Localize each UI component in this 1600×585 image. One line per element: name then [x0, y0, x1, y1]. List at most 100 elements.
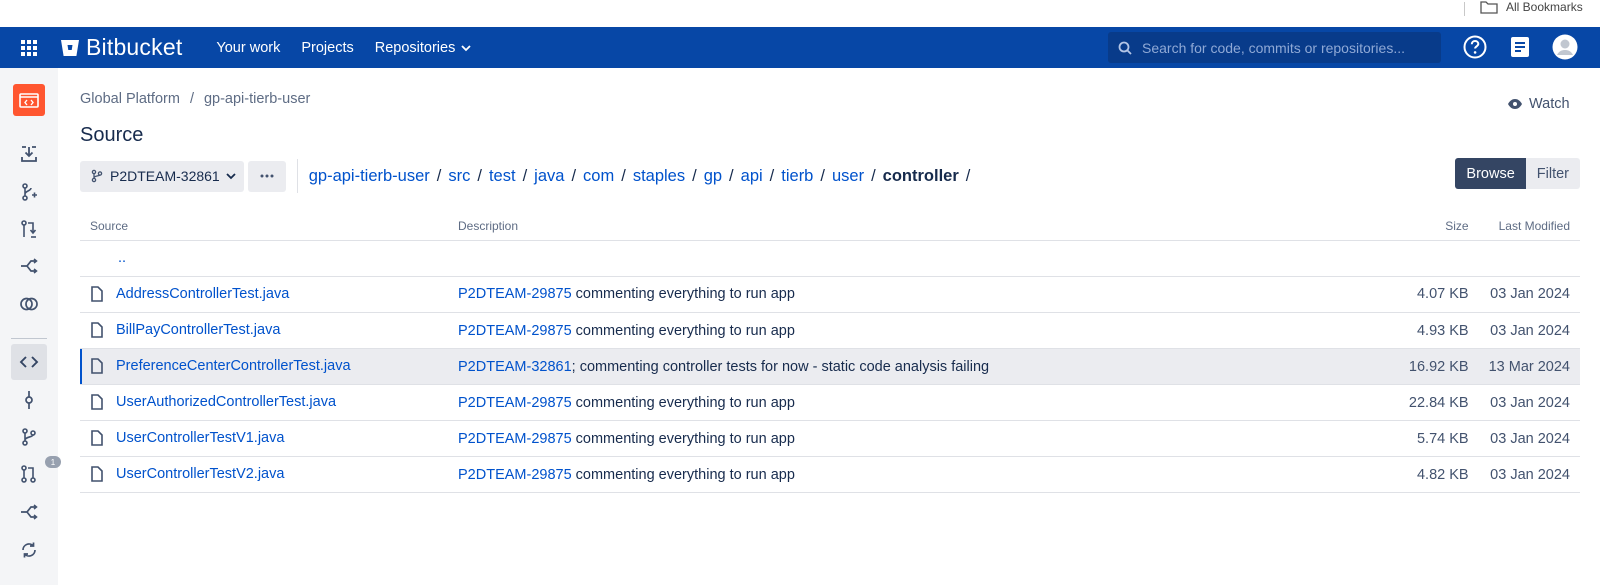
file-link[interactable]: BillPayControllerTest.java — [116, 322, 280, 338]
more-icon — [260, 174, 274, 178]
global-search[interactable] — [1108, 32, 1441, 63]
forks-icon — [21, 504, 38, 520]
file-size: 22.84 KB — [1388, 384, 1479, 421]
table-row-parent[interactable]: .. — [80, 240, 1580, 277]
commit-link[interactable]: P2DTEAM-29875 — [458, 286, 572, 302]
all-bookmarks-button[interactable]: All Bookmarks — [1480, 0, 1583, 14]
path-segment[interactable]: tierb — [781, 167, 813, 186]
sidebar-fork[interactable] — [11, 248, 47, 284]
branch-icon — [22, 428, 36, 446]
whats-new-icon[interactable] — [1507, 34, 1533, 60]
commit-link[interactable]: P2DTEAM-29875 — [458, 323, 572, 339]
file-icon — [91, 358, 103, 374]
top-navigation-bar: Bitbucket Your work Projects Repositorie… — [0, 27, 1600, 68]
last-modified: 03 Jan 2024 — [1478, 276, 1580, 313]
nav-repositories-dropdown[interactable]: Repositories — [375, 40, 472, 56]
branch-selector[interactable]: P2DTEAM-32861 — [80, 160, 244, 192]
chevron-down-icon — [226, 173, 236, 180]
repo-code-icon — [19, 93, 39, 108]
column-source: Source — [80, 212, 448, 241]
path-segment[interactable]: java — [534, 167, 564, 186]
fork-icon — [21, 258, 38, 274]
last-modified: 03 Jan 2024 — [1478, 420, 1580, 457]
table-row[interactable]: UserAuthorizedControllerTest.java P2DTEA… — [80, 384, 1580, 421]
commit-link[interactable]: P2DTEAM-29875 — [458, 431, 572, 447]
file-icon — [91, 430, 103, 446]
bookmarks-separator — [1464, 2, 1465, 16]
sidebar-source[interactable] — [11, 344, 47, 380]
path-segment[interactable]: gp — [704, 167, 722, 186]
compare-icon — [20, 297, 38, 311]
sidebar-create-pull-request[interactable] — [11, 211, 47, 247]
path-segment[interactable]: api — [741, 167, 763, 186]
breadcrumb-project[interactable]: Global Platform — [80, 91, 180, 107]
sidebar-branches[interactable] — [11, 419, 47, 455]
table-row[interactable]: UserControllerTestV2.java P2DTEAM-29875 … — [80, 456, 1580, 493]
file-link[interactable]: UserControllerTestV1.java — [116, 430, 284, 446]
empty-cell — [1478, 240, 1580, 277]
sidebar-forks[interactable] — [11, 494, 47, 530]
watch-button[interactable]: Watch — [1507, 96, 1570, 112]
path-separator: / — [820, 166, 825, 185]
file-link[interactable]: PreferenceCenterControllerTest.java — [116, 358, 351, 374]
commit-link[interactable]: P2DTEAM-29875 — [458, 467, 572, 483]
path-separator: / — [522, 166, 528, 185]
nav-your-work[interactable]: Your work — [216, 40, 280, 56]
path-current-folder: controller — [882, 166, 959, 185]
path-segment[interactable]: src — [448, 167, 470, 186]
table-row[interactable]: UserControllerTestV1.java P2DTEAM-29875 … — [80, 420, 1580, 457]
bitbucket-logo[interactable]: Bitbucket — [60, 34, 182, 61]
search-icon — [1118, 41, 1132, 55]
empty-cell — [1388, 240, 1479, 277]
commit-link[interactable]: P2DTEAM-29875 — [458, 395, 572, 411]
path-separator: / — [436, 166, 442, 185]
browse-button[interactable]: Browse — [1455, 158, 1526, 189]
path-segment[interactable]: gp-api-tierb-user — [309, 167, 430, 186]
nav-projects[interactable]: Projects — [301, 40, 353, 56]
commit-link[interactable]: P2DTEAM-32861 — [458, 359, 572, 375]
table-row-highlighted[interactable]: PreferenceCenterControllerTest.java P2DT… — [80, 348, 1580, 385]
sidebar-clone[interactable] — [11, 136, 47, 172]
breadcrumb-repo[interactable]: gp-api-tierb-user — [204, 91, 310, 107]
last-modified: 03 Jan 2024 — [1478, 456, 1580, 493]
sidebar-commits[interactable] — [11, 382, 47, 418]
nav-repositories-label: Repositories — [374, 39, 456, 56]
branch-name: P2DTEAM-32861 — [110, 168, 220, 184]
path-segment[interactable]: com — [583, 167, 614, 186]
path-segment[interactable]: user — [832, 167, 864, 186]
pull-request-count-badge: 1 — [45, 456, 61, 468]
main-nav: Your work Projects Repositories — [216, 40, 471, 56]
sidebar-builds[interactable] — [11, 532, 47, 568]
sidebar-pull-requests[interactable]: 1 — [11, 456, 61, 492]
sidebar-create-branch[interactable] — [11, 174, 47, 210]
search-input[interactable] — [1142, 39, 1432, 56]
path-segment[interactable]: test — [489, 167, 516, 186]
filter-button[interactable]: Filter — [1525, 158, 1580, 189]
clone-icon — [21, 146, 37, 162]
eye-icon — [1508, 99, 1522, 109]
pull-request-create-icon — [21, 220, 37, 238]
user-avatar-icon[interactable] — [1552, 34, 1578, 60]
toolbar-divider — [296, 159, 298, 193]
branch-create-icon — [22, 183, 37, 201]
file-table: Source Description Size Last Modified ..… — [80, 212, 1580, 493]
path-segment[interactable]: staples — [633, 167, 685, 186]
table-row[interactable]: BillPayControllerTest.java P2DTEAM-29875… — [80, 312, 1580, 349]
bookmarks-bar: All Bookmarks — [0, 0, 1600, 27]
table-row[interactable]: AddressControllerTest.java P2DTEAM-29875… — [80, 276, 1580, 313]
app-switcher-button[interactable] — [0, 39, 58, 57]
parent-directory-link[interactable]: .. — [118, 250, 126, 266]
column-description: Description — [448, 212, 1389, 241]
file-link[interactable]: UserControllerTestV2.java — [116, 466, 284, 482]
sidebar-divider — [11, 338, 47, 339]
empty-cell — [448, 240, 1389, 277]
view-toggle: Browse Filter — [1455, 158, 1580, 189]
repository-avatar[interactable] — [13, 84, 45, 116]
more-actions-button[interactable] — [247, 160, 286, 192]
file-link[interactable]: UserAuthorizedControllerTest.java — [116, 394, 336, 410]
sidebar-compare[interactable] — [11, 286, 47, 322]
help-icon[interactable] — [1462, 34, 1488, 60]
file-link[interactable]: AddressControllerTest.java — [116, 286, 289, 302]
branch-icon — [91, 169, 103, 183]
path-separator: / — [621, 166, 626, 185]
